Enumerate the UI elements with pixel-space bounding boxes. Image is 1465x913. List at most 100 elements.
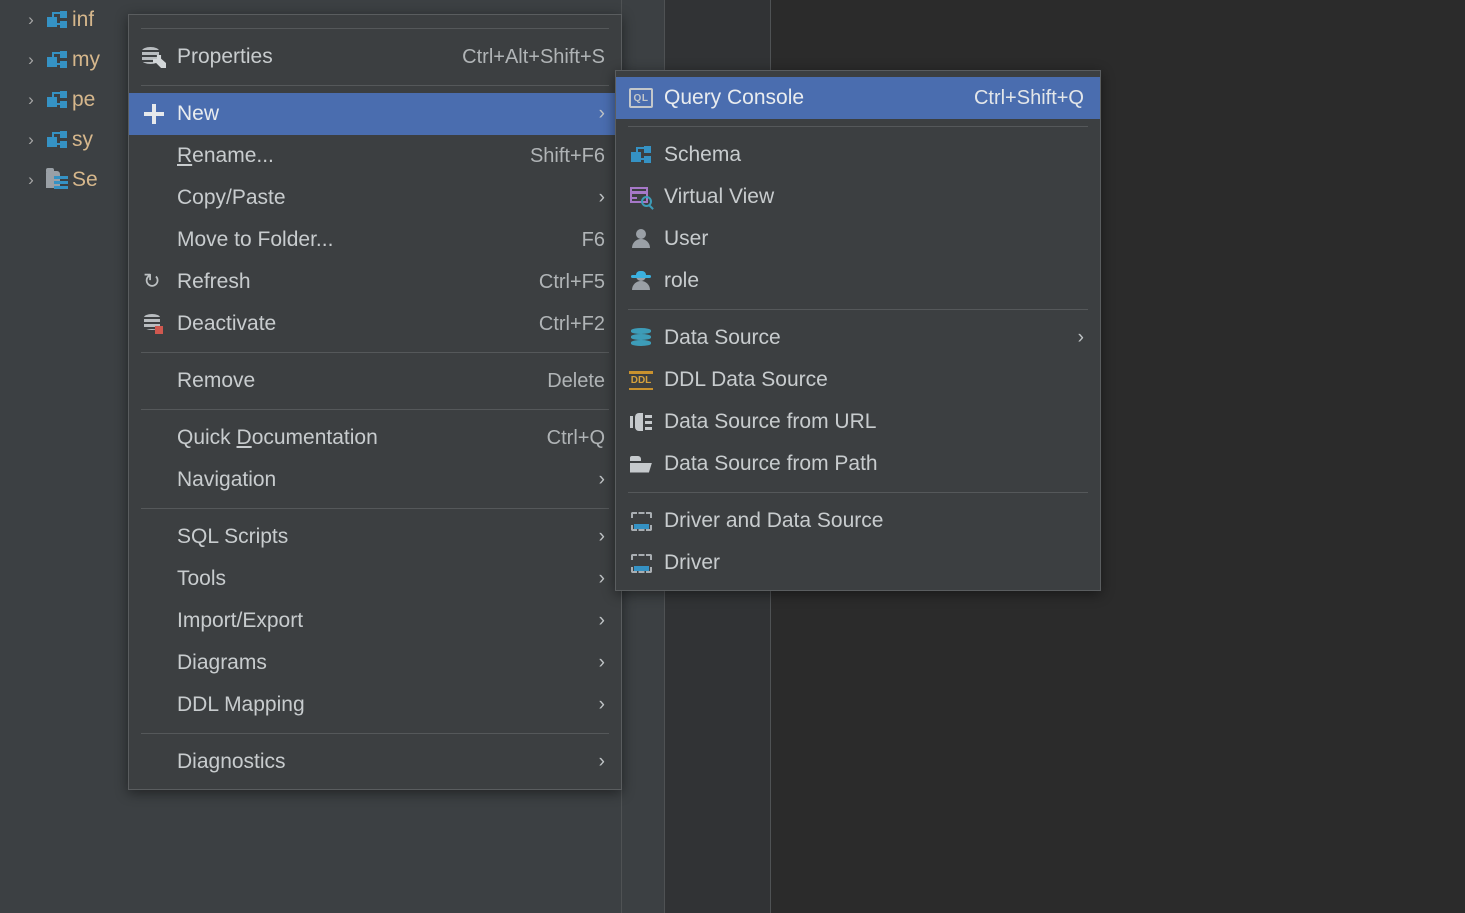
menu-item-shortcut: Ctrl+Alt+Shift+S [462, 45, 605, 68]
menu-item-label: Driver [664, 551, 720, 574]
chevron-right-icon: › [598, 751, 605, 772]
menu-item-shortcut: Ctrl+F5 [538, 270, 605, 293]
menu-item-label: Driver and Data Source [664, 509, 884, 532]
menu-item-new[interactable]: New › [129, 93, 621, 135]
menu-separator [141, 352, 609, 353]
tree-item-label: inf [72, 8, 95, 31]
menu-item-navigation[interactable]: Navigation › [129, 459, 621, 501]
menu-item-label: role [664, 269, 700, 292]
chevron-right-icon[interactable]: › [20, 130, 42, 150]
menu-item-label: Import/Export [177, 609, 304, 632]
menu-item-role[interactable]: role [616, 260, 1100, 302]
context-menu: Properties Ctrl+Alt+Shift+S New › Rename... S… [128, 14, 622, 790]
menu-item-properties[interactable]: Properties Ctrl+Alt+Shift+S [129, 36, 621, 78]
menu-item-label: Quick Documentation [177, 426, 378, 449]
chevron-right-icon[interactable]: › [20, 10, 42, 30]
chevron-right-icon[interactable]: › [20, 50, 42, 70]
chevron-right-icon: › [598, 568, 605, 589]
menu-item-data-source-from-url[interactable]: Data Source from URL [616, 401, 1100, 443]
chevron-right-icon: › [598, 469, 605, 490]
menu-item-move-to-folder[interactable]: Move to Folder... F6 [129, 219, 621, 261]
menu-item-label: User [664, 227, 709, 250]
menu-item-label: New [177, 102, 220, 125]
menu-item-driver[interactable]: Driver [616, 542, 1100, 584]
menu-item-label: DDL Mapping [177, 693, 305, 716]
menu-item-label: Deactivate [177, 312, 277, 335]
chevron-right-icon[interactable]: › [20, 90, 42, 110]
query-console-icon: QL [624, 88, 658, 108]
menu-item-remove[interactable]: Remove Delete [129, 360, 621, 402]
menu-item-data-source[interactable]: Data Source › [616, 317, 1100, 359]
menu-item-label: Schema [664, 143, 742, 166]
menu-separator [141, 733, 609, 734]
menu-item-import-export[interactable]: Import/Export › [129, 600, 621, 642]
schema-icon [42, 11, 72, 29]
tree-item-sy[interactable]: › sy [0, 120, 128, 160]
menu-item-label: Data Source [664, 326, 781, 349]
menu-item-user[interactable]: User [616, 218, 1100, 260]
chevron-right-icon: › [1077, 327, 1084, 348]
menu-separator [141, 85, 609, 86]
menu-item-label: Properties [177, 45, 273, 68]
menu-item-label: SQL Scripts [177, 525, 289, 548]
application-window: › inf › my › pe › sy › Se Properties Ctrl+Alt+Shif… [0, 0, 1465, 913]
tree-item-pe[interactable]: › pe [0, 80, 128, 120]
menu-item-shortcut: Ctrl+Q [546, 426, 605, 449]
menu-item-refresh[interactable]: ↻ Refresh Ctrl+F5 [129, 261, 621, 303]
menu-separator [141, 409, 609, 410]
menu-separator [628, 126, 1088, 127]
menu-item-label: Data Source from URL [664, 410, 877, 433]
menu-item-rename[interactable]: Rename... Shift+F6 [129, 135, 621, 177]
menu-item-sql-scripts[interactable]: SQL Scripts › [129, 516, 621, 558]
driver-icon [624, 511, 658, 531]
menu-item-label: Diagnostics [177, 750, 286, 773]
menu-item-deactivate[interactable]: Deactivate Ctrl+F2 [129, 303, 621, 345]
schema-icon [42, 51, 72, 69]
menu-item-ddl-mapping[interactable]: DDL Mapping › [129, 684, 621, 726]
menu-item-shortcut: Shift+F6 [529, 144, 605, 167]
menu-item-label: Virtual View [664, 185, 775, 208]
tree-item-inf[interactable]: › inf [0, 0, 128, 40]
schema-icon [42, 131, 72, 149]
refresh-icon: ↻ [143, 270, 161, 293]
menu-item-quick-documentation[interactable]: Quick Documentation Ctrl+Q [129, 417, 621, 459]
menu-item-driver-and-data-source[interactable]: Driver and Data Source [616, 500, 1100, 542]
tree-item-se[interactable]: › Se [0, 160, 128, 200]
menu-item-label: Navigation [177, 468, 277, 491]
menu-item-label: Tools [177, 567, 227, 590]
tree-item-my[interactable]: › my [0, 40, 128, 80]
menu-separator [141, 508, 609, 509]
virtual-view-icon [624, 187, 658, 207]
database-properties-icon [137, 46, 171, 68]
schema-icon [42, 91, 72, 109]
folder-icon [624, 455, 658, 473]
database-tree: › inf › my › pe › sy › Se [0, 0, 128, 200]
menu-item-virtual-view[interactable]: Virtual View [616, 176, 1100, 218]
menu-item-label: Remove [177, 369, 256, 392]
plus-icon [137, 104, 171, 124]
chevron-right-icon: › [598, 694, 605, 715]
menu-item-data-source-from-path[interactable]: Data Source from Path [616, 443, 1100, 485]
menu-item-label: Data Source from Path [664, 452, 878, 475]
user-icon [624, 229, 658, 249]
ddl-icon: DDL [624, 370, 658, 390]
menu-separator [628, 309, 1088, 310]
menu-item-diagnostics[interactable]: Diagnostics › [129, 741, 621, 783]
menu-item-query-console[interactable]: QL Query Console Ctrl+Shift+Q [616, 77, 1100, 119]
menu-item-shortcut: Delete [547, 369, 605, 392]
menu-item-label: DDL Data Source [664, 368, 828, 391]
chevron-right-icon: › [598, 187, 605, 208]
chevron-right-icon[interactable]: › [20, 170, 42, 190]
chevron-right-icon: › [598, 652, 605, 673]
menu-item-copy-paste[interactable]: Copy/Paste › [129, 177, 621, 219]
data-source-icon [624, 328, 658, 348]
tree-item-label: Se [72, 168, 98, 191]
menu-item-diagrams[interactable]: Diagrams › [129, 642, 621, 684]
tree-item-label: pe [72, 88, 96, 111]
menu-item-schema[interactable]: Schema [616, 134, 1100, 176]
chevron-right-icon: › [598, 526, 605, 547]
menu-item-tools[interactable]: Tools › [129, 558, 621, 600]
deactivate-icon [137, 314, 171, 334]
new-submenu: QL Query Console Ctrl+Shift+Q Schema Virtual… [615, 70, 1101, 591]
menu-item-ddl-data-source[interactable]: DDL DDL Data Source [616, 359, 1100, 401]
